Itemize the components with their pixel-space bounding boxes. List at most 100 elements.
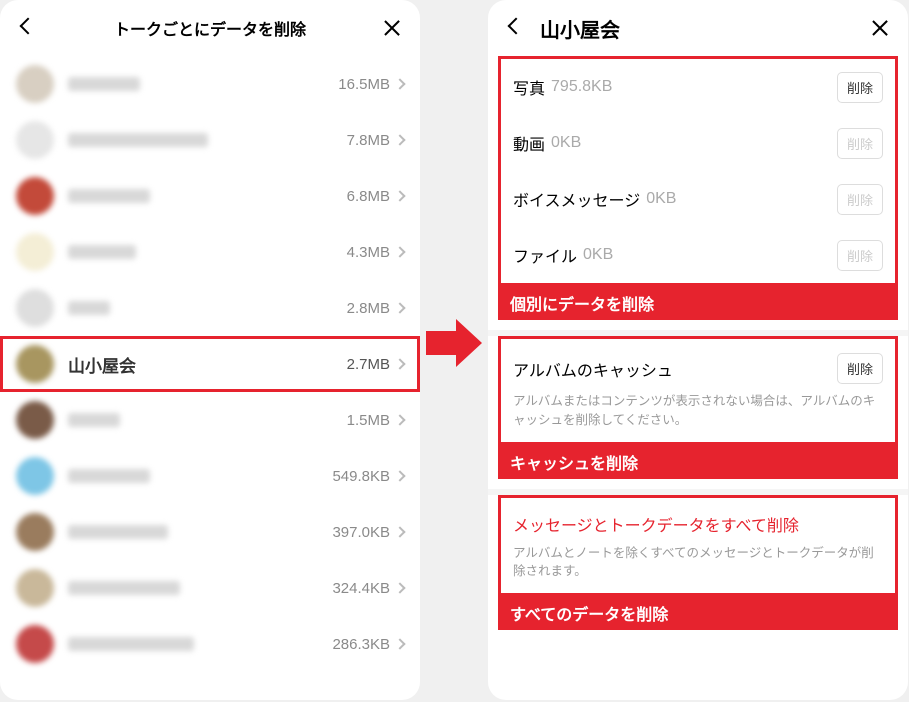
talk-name [68, 189, 150, 203]
chevron-right-icon [394, 470, 405, 481]
album-cache-description: アルバムまたはコンテンツが表示されない場合は、アルバムのキャッシュを削除してくだ… [501, 388, 895, 442]
back-button[interactable] [14, 14, 42, 42]
talk-row[interactable]: 286.3KB [0, 616, 420, 672]
close-icon [871, 19, 889, 37]
header: 山小屋会 [488, 0, 908, 56]
chevron-right-icon [394, 638, 405, 649]
data-type-size: 0KB [646, 190, 676, 208]
talk-row[interactable]: 549.8KB [0, 448, 420, 504]
talk-size: 7.8MB [347, 132, 390, 149]
avatar [16, 457, 54, 495]
avatar [16, 513, 54, 551]
talk-row[interactable]: 2.8MB [0, 280, 420, 336]
talk-size: 397.0KB [332, 524, 390, 541]
close-icon [383, 19, 401, 37]
content: 写真795.8KB削除動画0KB削除ボイスメッセージ0KB削除ファイル0KB削除… [488, 56, 908, 630]
album-cache-label: アルバムのキャッシュ [513, 357, 673, 381]
talk-row[interactable]: 6.8MB [0, 168, 420, 224]
talk-name [68, 245, 136, 259]
chevron-right-icon [394, 358, 405, 369]
delete-all-title[interactable]: メッセージとトークデータをすべて削除 [501, 498, 895, 540]
data-type-label: ファイル [513, 243, 577, 267]
talk-size: 549.8KB [332, 468, 390, 485]
data-type-label: ボイスメッセージ [513, 187, 640, 211]
talk-row[interactable]: 山小屋会2.7MB [0, 336, 420, 392]
talk-row[interactable]: 16.5MB [0, 56, 420, 112]
arrow-annotation [428, 0, 480, 700]
chevron-right-icon [394, 78, 405, 89]
data-type-size: 0KB [551, 134, 581, 152]
talk-size: 1.5MB [347, 412, 390, 429]
chevron-right-icon [394, 414, 405, 425]
avatar [16, 625, 54, 663]
avatar [16, 177, 54, 215]
caption-cache-delete: キャッシュを削除 [498, 445, 898, 479]
talk-list: 16.5MB 7.8MB 6.8MB 4.3MB 2.8MB 山小屋会2.7MB 1.5MB… [0, 56, 420, 672]
chevron-right-icon [394, 302, 405, 313]
data-type-row: ボイスメッセージ 0KB 削除 [501, 171, 895, 227]
talk-row[interactable]: 397.0KB [0, 504, 420, 560]
avatar [16, 569, 54, 607]
chevron-left-icon [22, 19, 34, 37]
delete-button: 削除 [837, 240, 883, 271]
arrow-right-icon [426, 315, 482, 371]
chevron-right-icon [394, 134, 405, 145]
talk-name [68, 301, 110, 315]
delete-button[interactable]: 削除 [837, 72, 883, 103]
talk-size: 4.3MB [347, 244, 390, 261]
talk-size: 324.4KB [332, 580, 390, 597]
talk-name [68, 77, 140, 91]
talk-row[interactable]: 1.5MB [0, 392, 420, 448]
delete-all-box: メッセージとトークデータをすべて削除 アルバムとノートを除くすべてのメッセージと… [498, 495, 898, 597]
data-type-size: 0KB [583, 246, 613, 264]
data-type-label: 写真 [513, 75, 545, 99]
close-button[interactable] [866, 14, 894, 42]
data-type-row: ファイル 0KB 削除 [501, 227, 895, 283]
page-title: トークごとにデータを削除 [0, 16, 420, 40]
chevron-right-icon [394, 246, 405, 257]
right-phone-screen: 山小屋会 写真795.8KB削除動画0KB削除ボイスメッセージ0KB削除ファイル… [488, 0, 908, 700]
chevron-right-icon [394, 526, 405, 537]
talk-size: 2.8MB [347, 300, 390, 317]
talk-name [68, 581, 180, 595]
caption-individual-delete: 個別にデータを削除 [498, 286, 898, 320]
header: トークごとにデータを削除 [0, 0, 420, 56]
avatar [16, 401, 54, 439]
avatar [16, 65, 54, 103]
delete-button: 削除 [837, 184, 883, 215]
delete-button: 削除 [837, 128, 883, 159]
avatar [16, 289, 54, 327]
talk-size: 286.3KB [332, 636, 390, 653]
talk-size: 16.5MB [338, 76, 390, 93]
back-button[interactable] [502, 14, 530, 42]
chevron-right-icon [394, 190, 405, 201]
data-type-size: 795.8KB [551, 78, 612, 96]
delete-album-cache-button[interactable]: 削除 [837, 353, 883, 384]
talk-name: 山小屋会 [68, 352, 347, 377]
caption-delete-all: すべてのデータを削除 [498, 596, 898, 630]
avatar [16, 121, 54, 159]
avatar [16, 233, 54, 271]
avatar [16, 345, 54, 383]
chevron-left-icon [510, 19, 522, 37]
page-title: 山小屋会 [540, 14, 620, 43]
close-button[interactable] [378, 14, 406, 42]
left-phone-screen: トークごとにデータを削除 16.5MB 7.8MB 6.8MB 4.3MB 2.8MB 山… [0, 0, 420, 700]
delete-all-description: アルバムとノートを除くすべてのメッセージとトークデータが削除されます。 [501, 540, 895, 594]
data-type-row: 写真 795.8KB 削除 [501, 59, 895, 115]
chevron-right-icon [394, 582, 405, 593]
talk-name [68, 469, 150, 483]
data-type-box: 写真795.8KB削除動画0KB削除ボイスメッセージ0KB削除ファイル0KB削除 [498, 56, 898, 286]
talk-size: 2.7MB [347, 356, 390, 373]
talk-name [68, 413, 120, 427]
talk-name [68, 525, 168, 539]
talk-name [68, 133, 208, 147]
data-type-row: 動画 0KB 削除 [501, 115, 895, 171]
talk-name [68, 637, 194, 651]
talk-row[interactable]: 324.4KB [0, 560, 420, 616]
data-type-label: 動画 [513, 131, 545, 155]
talk-row[interactable]: 4.3MB [0, 224, 420, 280]
album-cache-box: アルバムのキャッシュ 削除 アルバムまたはコンテンツが表示されない場合は、アルバ… [498, 336, 898, 445]
talk-size: 6.8MB [347, 188, 390, 205]
talk-row[interactable]: 7.8MB [0, 112, 420, 168]
